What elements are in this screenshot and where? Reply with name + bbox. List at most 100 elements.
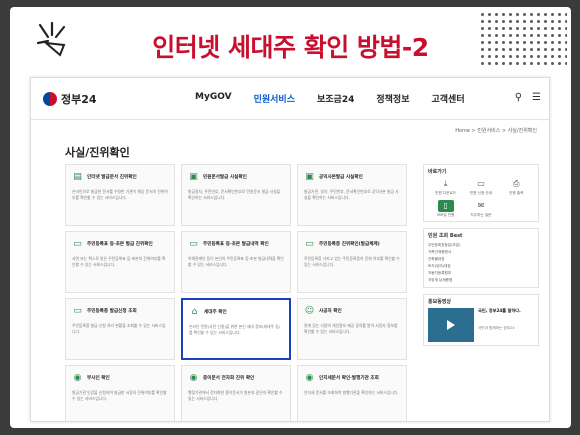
promo-title: 홍보동영상 — [428, 299, 452, 305]
hamburger-menu-icon[interactable]: ☰ — [532, 92, 541, 103]
home-icon: ⌂ — [191, 306, 198, 317]
breadcrumb: Home > 민원서비스 > 사실/진위확인 — [455, 127, 537, 134]
best-item[interactable]: 건축물대장 — [428, 256, 534, 263]
website-screenshot: 정부24 MyGOV 민원서비스 보조금24 정책정보 고객센터 ⚲ ☰ Home > … — [30, 77, 550, 422]
stamp-icon: ◉ — [73, 372, 82, 383]
certificate-icon: ▣ — [189, 171, 198, 182]
service-tile[interactable]: ▭ 주민등록표 등·초본 발급 진위확인서면 또는 팩스로 받은 주민등록표 등·… — [65, 231, 175, 293]
service-tile[interactable]: ☺ 사공자 확인관계 있는 사람의 개인정보 제공 동의를 받아 사망자 정보를 … — [297, 298, 407, 360]
promo-headline: 국민, 정부24를 말하다. — [478, 308, 521, 313]
quick-link[interactable]: ▯ 모바일 민원 — [428, 200, 463, 218]
tile-description: 서면 또는 팩스로 받은 주민등록표 등·초본의 진위여부를 확인할 수 있는 … — [72, 256, 166, 267]
tile-name: 주민등록표 등·초본 발급 진위확인 — [87, 242, 153, 247]
site-logo[interactable]: 정부24 — [43, 91, 153, 107]
best-item[interactable]: 지방세 납세증명 — [428, 277, 534, 284]
tile-name: 인지세문서 확인·발행기관 조회 — [319, 376, 379, 381]
menu-item[interactable]: 정책정보 — [376, 92, 409, 105]
people-icon: ☺ — [304, 305, 315, 316]
id-card-icon: ▭ — [305, 238, 314, 249]
slide-frame: 인터넷 세대주 확인 방법-2 정부24 MyGOV 민원서비스 보조금24 정책정보… — [0, 0, 580, 435]
search-icon[interactable]: ⚲ — [515, 92, 522, 103]
tile-description: 이해관계인 등이 본인의 주민등록표 등·초본 발급내역을 확인할 수 있는 서… — [188, 256, 284, 267]
quick-link-label: 민원 신청 안내 — [469, 191, 493, 195]
tile-name: 사공자 확인 — [319, 309, 342, 314]
menu-item[interactable]: 고객센터 — [432, 92, 465, 105]
tile-name: 부사인 확인 — [87, 376, 110, 381]
tile-description: 온라인으로 발급한 문서를 수령한 기관이 해당 문서의 진위여부를 확인할 수… — [72, 189, 168, 200]
tile-name: 주민등록증 발급신청 조회 — [87, 309, 137, 314]
tile-name: 세대주 확인 — [204, 310, 227, 315]
best-item[interactable]: 자동차등록원부 — [428, 270, 534, 277]
monitor-icon: ▭ — [477, 179, 485, 188]
quick-links: ⤓ 민원 다운로드 ▭ 민원 신청 안내 ⎙ 민원 출력 ▯ 모바일 민원 ✉ 자주하는 질문 — [428, 178, 534, 218]
quick-links-box: 바로가기 ⤓ 민원 다운로드 ▭ 민원 신청 안내 ⎙ 민원 출력 ▯ 모바일 민원 ✉ 자주하는… — [423, 164, 539, 222]
quick-link[interactable]: ✉ 자주하는 질문 — [463, 200, 498, 218]
best-title: 민원 조회 Best — [428, 233, 463, 239]
slide-card: 인터넷 세대주 확인 방법-2 정부24 MyGOV 민원서비스 보조금24 정책정보… — [10, 7, 571, 428]
id-card-icon: ▭ — [73, 305, 82, 316]
logo-text: 정부24 — [61, 92, 97, 106]
service-tile[interactable]: ▣ 민원문서발급 사실확인발급일자, 주민번호, 문서확인번호로 민원문서 발급 … — [181, 164, 291, 226]
promo-desc: 국민과 함께하는 정부24 — [478, 326, 515, 330]
service-tile[interactable]: ◉ 인지세문서 확인·발행기관 조회인지세 문서를 조회하여 발행기관을 확인하는… — [297, 365, 407, 421]
quick-link[interactable]: ⎙ 민원 출력 — [499, 178, 534, 196]
tile-description: 주민등록증 발급 신청 처리 현황을 조회할 수 있는 서비스입니다. — [72, 323, 166, 334]
tile-description: 주민등록증 가지고 있는 주민등록증의 진위 여부를 확인할 수 있는 서비스입… — [304, 256, 400, 267]
quick-link[interactable]: ▭ 민원 신청 안내 — [463, 178, 498, 196]
quick-link-label: 민원 다운로드 — [435, 191, 457, 195]
service-tile[interactable]: ⌂ 세대주 확인온라인 민원(사전 신청)을 위한 본인 세대 정보(세대주 등)… — [181, 298, 291, 360]
tile-description: 발급기관, 일자, 주민번호, 문서확인번호로 공익사본 발급 사실을 확인하는… — [304, 189, 399, 200]
best-item[interactable]: 토지(임야)대장 — [428, 263, 534, 270]
quick-link-label: 자주하는 질문 — [470, 213, 492, 217]
tile-name: 주민등록증 진위확인(발급체계) — [319, 242, 380, 247]
service-tile[interactable]: ◉ 종이문서 전자화 진위 확인행정기관에서 전자화한 종이문서가 원본과 같은지… — [181, 365, 291, 421]
taegeuk-logo-icon — [43, 91, 57, 106]
right-sidebar: 바로가기 ⤓ 민원 다운로드 ▭ 민원 신청 안내 ⎙ 민원 출력 ▯ 모바일 민원 ✉ 자주하는… — [423, 164, 539, 352]
quick-link-label: 민원 출력 — [509, 191, 524, 195]
tile-description: 발급기관 인감을 신청하여 발급한 서류의 진위여부를 확인할 수 있는 서비스… — [72, 390, 167, 401]
document-icon: ▤ — [73, 171, 82, 182]
quick-links-title: 바로가기 — [428, 169, 447, 175]
tile-name: 주민등록표 등·초본 발급내역 확인 — [203, 242, 269, 247]
best-item[interactable]: 주민등록표등본(초본) — [428, 242, 534, 249]
tile-name: 종이문서 전자화 진위 확인 — [203, 376, 255, 381]
promo-box: 홍보동영상 국민, 정부24를 말하다. 국민과 함께하는 정부24 — [423, 294, 539, 346]
tile-description: 행정기관에서 전자화한 종이문서가 원본과 같은지 확인할 수 있는 서비스입니… — [188, 390, 283, 401]
best-box: 민원 조회 Best 주민등록표등본(초본) 가족관계증명서 건축물대장 토지(임야)… — [423, 228, 539, 288]
service-tile[interactable]: ▭ 주민등록증 진위확인(발급체계) 주민등록증 가지고 있는 주민등록증의 진위 … — [297, 231, 407, 293]
service-tile-grid: ▤ 인터넷 발급문서 진위확인온라인으로 발급한 문서를 수령한 기관이 해당 문… — [65, 164, 417, 421]
service-tile[interactable]: ▣ 공익사본발급 사실확인발급기관, 일자, 주민번호, 문서확인번호로 공익사본… — [297, 164, 407, 226]
stamp-icon: ◉ — [189, 372, 198, 383]
quick-link-label: 모바일 민원 — [436, 213, 455, 217]
menu-item[interactable]: 민원서비스 — [254, 92, 295, 105]
service-tile[interactable]: ▭ 주민등록증 발급신청 조회주민등록증 발급 신청 처리 현황을 조회할 수 있… — [65, 298, 175, 360]
tile-name: 공익사본발급 사실확인 — [319, 175, 363, 180]
page-title: 사실/진위확인 — [65, 146, 130, 159]
menu-item[interactable]: 보조금24 — [317, 92, 354, 105]
id-card-icon: ▭ — [73, 238, 82, 249]
menu-item[interactable]: MyGOV — [195, 92, 232, 105]
quick-link[interactable]: ⤓ 민원 다운로드 — [428, 178, 463, 196]
best-item[interactable]: 가족관계증명서 — [428, 249, 534, 256]
top-navigation: 정부24 MyGOV 민원서비스 보조금24 정책정보 고객센터 ⚲ ☰ — [31, 78, 549, 120]
slide-headline: 인터넷 세대주 확인 방법-2 — [152, 33, 429, 62]
tile-description: 발급일자, 주민번호, 문서확인번호로 민원문서 발급 사실을 확인하는 서비스… — [188, 189, 281, 200]
tile-description: 인지세 문서를 조회하여 발행기관을 확인하는 서비스입니다. — [304, 390, 399, 395]
main-menu: MyGOV 민원서비스 보조금24 정책정보 고객센터 — [195, 92, 487, 105]
id-card-icon: ▭ — [189, 238, 198, 249]
stamp-icon: ◉ — [305, 372, 314, 383]
service-tile[interactable]: ◉ 부사인 확인발급기관 인감을 신청하여 발급한 서류의 진위여부를 확인할 수… — [65, 365, 175, 421]
tile-name: 민원문서발급 사실확인 — [203, 175, 247, 180]
best-list: 주민등록표등본(초본) 가족관계증명서 건축물대장 토지(임야)대장 자동차등록원부 지방… — [428, 242, 534, 284]
service-tile[interactable]: ▭ 주민등록표 등·초본 발급내역 확인이해관계인 등이 본인의 주민등록표 등·… — [181, 231, 291, 293]
tile-description: 온라인 민원(사전 신청)을 위한 본인 세대 정보(세대주 등)를 확인할 수… — [189, 324, 281, 335]
service-tile[interactable]: ▤ 인터넷 발급문서 진위확인온라인으로 발급한 문서를 수령한 기관이 해당 문… — [65, 164, 175, 226]
download-icon: ⤓ — [443, 179, 448, 188]
print-icon: ⎙ — [513, 179, 520, 188]
tile-description: 관계 있는 사람의 개인정보 제공 동의를 받아 사망자 정보를 확인할 수 있… — [304, 323, 398, 334]
tile-name: 인터넷 발급문서 진위확인 — [87, 175, 137, 180]
chat-icon: ✉ — [477, 201, 485, 210]
certificate-icon: ▣ — [305, 171, 314, 182]
phone-icon: ▯ — [437, 200, 454, 212]
video-play-icon[interactable] — [428, 308, 474, 342]
